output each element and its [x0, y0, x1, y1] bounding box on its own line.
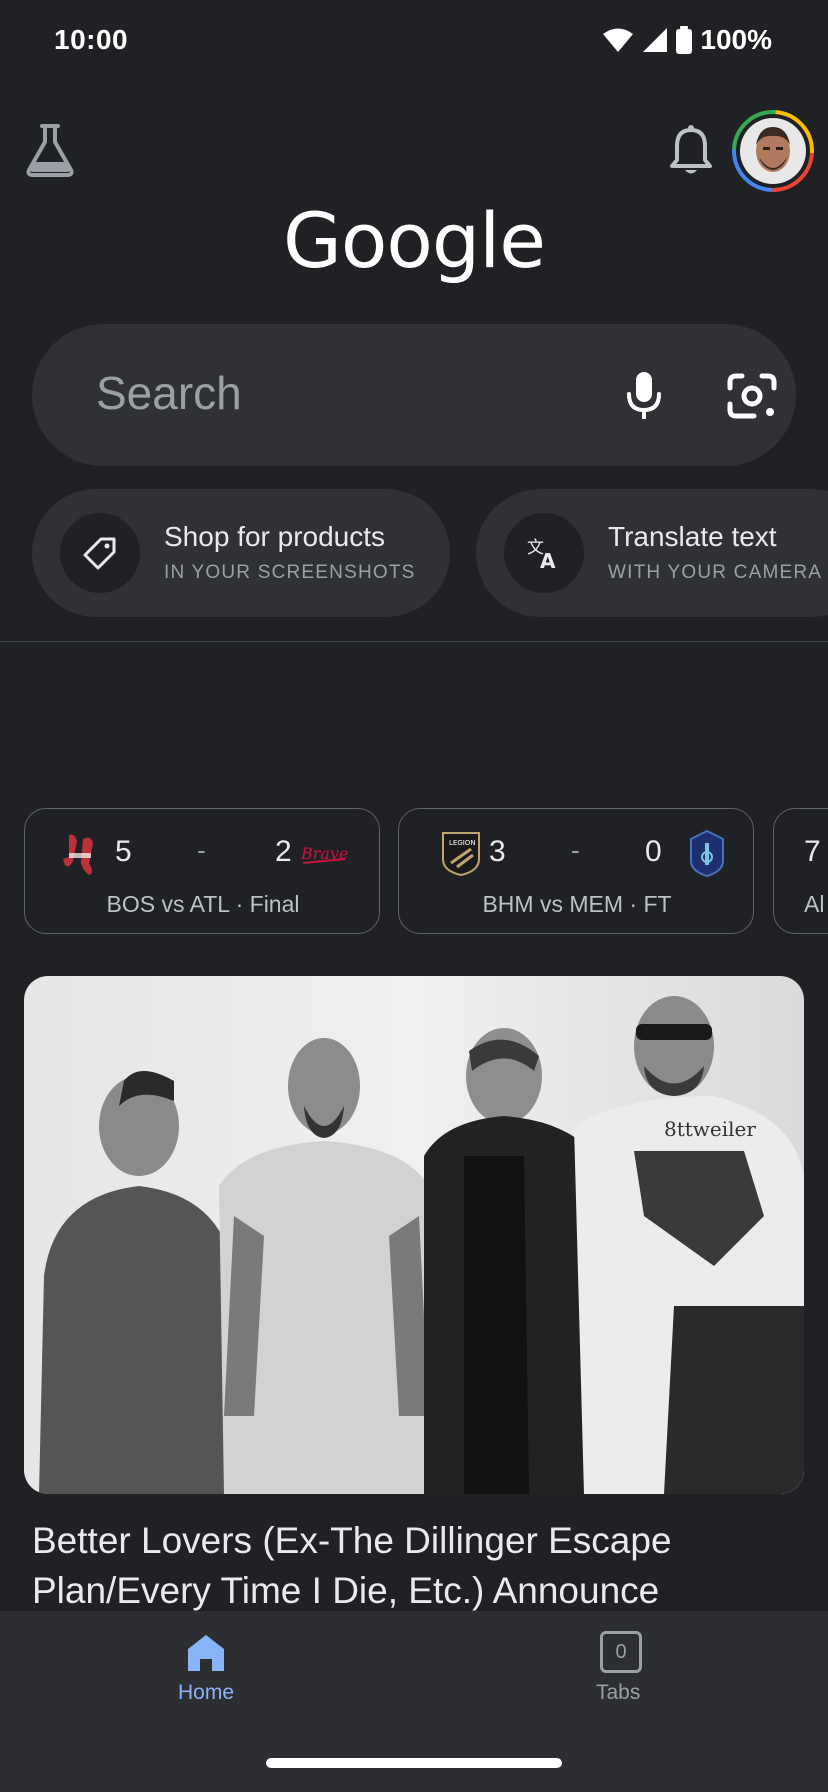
- home-icon[interactable]: [186, 1633, 226, 1673]
- game-status: Al: [804, 891, 825, 917]
- search-bar[interactable]: Search: [32, 324, 796, 466]
- translate-text-chip[interactable]: 文 A Translate text WITH YOUR CAMERA: [476, 489, 828, 617]
- score-card[interactable]: LEGION 3 - 0 BHM vs MEM · FT: [398, 808, 754, 934]
- avatar-image: [732, 110, 814, 192]
- microphone-icon[interactable]: [620, 370, 668, 422]
- score-separator: -: [197, 835, 206, 865]
- chip-icon-container: [60, 513, 140, 593]
- away-score: 2: [275, 835, 292, 868]
- notifications-bell-icon[interactable]: [666, 124, 716, 178]
- gesture-navigation-bar[interactable]: [266, 1758, 562, 1768]
- memphis-logo: [690, 829, 724, 877]
- google-lens-icon[interactable]: [724, 370, 780, 422]
- news-article-title[interactable]: Better Lovers (Ex-The Dillinger Escape P…: [32, 1516, 792, 1616]
- signal-icon: [643, 28, 668, 52]
- game-status: BOS vs ATL · Final: [106, 891, 300, 917]
- svg-text:A: A: [540, 549, 556, 570]
- chip-subtitle: WITH YOUR CAMERA: [608, 562, 823, 583]
- shop-for-products-chip[interactable]: Shop for products IN YOUR SCREENSHOTS: [32, 489, 450, 617]
- score-separator: -: [571, 835, 580, 865]
- google-logo: Google: [282, 196, 546, 285]
- tabs-icon[interactable]: 0: [600, 1631, 642, 1673]
- google-app-home-screen: 10:00 100% Google Search Shop for produc…: [0, 0, 828, 1792]
- labs-flask-icon[interactable]: [24, 122, 76, 178]
- status-icons: 100%: [602, 24, 772, 56]
- battery-icon: [676, 26, 693, 54]
- status-bar: 10:00 100%: [0, 0, 828, 84]
- nav-home-label[interactable]: Home: [178, 1681, 234, 1705]
- band-photo: 8ttweiler: [24, 976, 804, 1494]
- home-score: 5: [115, 835, 132, 868]
- chip-subtitle: IN YOUR SCREENSHOTS: [164, 562, 416, 583]
- svg-text:LEGION: LEGION: [449, 839, 476, 847]
- braves-logo: Braves: [300, 844, 349, 864]
- search-placeholder[interactable]: Search: [96, 366, 242, 420]
- home-score: 7: [804, 835, 821, 868]
- chip-title: Shop for products: [164, 521, 386, 552]
- legion-logo: LEGION: [442, 832, 480, 877]
- chip-icon-container: 文 A: [504, 513, 584, 593]
- status-time: 10:00: [54, 24, 129, 55]
- chip-title: Translate text: [608, 521, 777, 552]
- account-avatar[interactable]: [731, 109, 815, 193]
- away-score: 0: [645, 835, 662, 868]
- wifi-icon: [603, 28, 634, 52]
- score-card[interactable]: 7 Al: [773, 808, 828, 934]
- section-divider: [0, 641, 828, 642]
- game-status: BHM vs MEM · FT: [482, 891, 672, 917]
- nav-tabs-label[interactable]: Tabs: [596, 1681, 640, 1705]
- svg-text:8ttweiler: 8ttweiler: [664, 1117, 756, 1141]
- price-tag-icon: [83, 537, 116, 570]
- news-article-image[interactable]: 8ttweiler: [24, 976, 804, 1494]
- battery-percentage: 100%: [700, 24, 772, 55]
- score-card[interactable]: 5 - 2 Braves BOS vs ATL · Final: [24, 808, 380, 934]
- red-sox-logo: [63, 834, 93, 875]
- home-score: 3: [489, 835, 506, 868]
- translate-icon: 文 A: [527, 538, 556, 570]
